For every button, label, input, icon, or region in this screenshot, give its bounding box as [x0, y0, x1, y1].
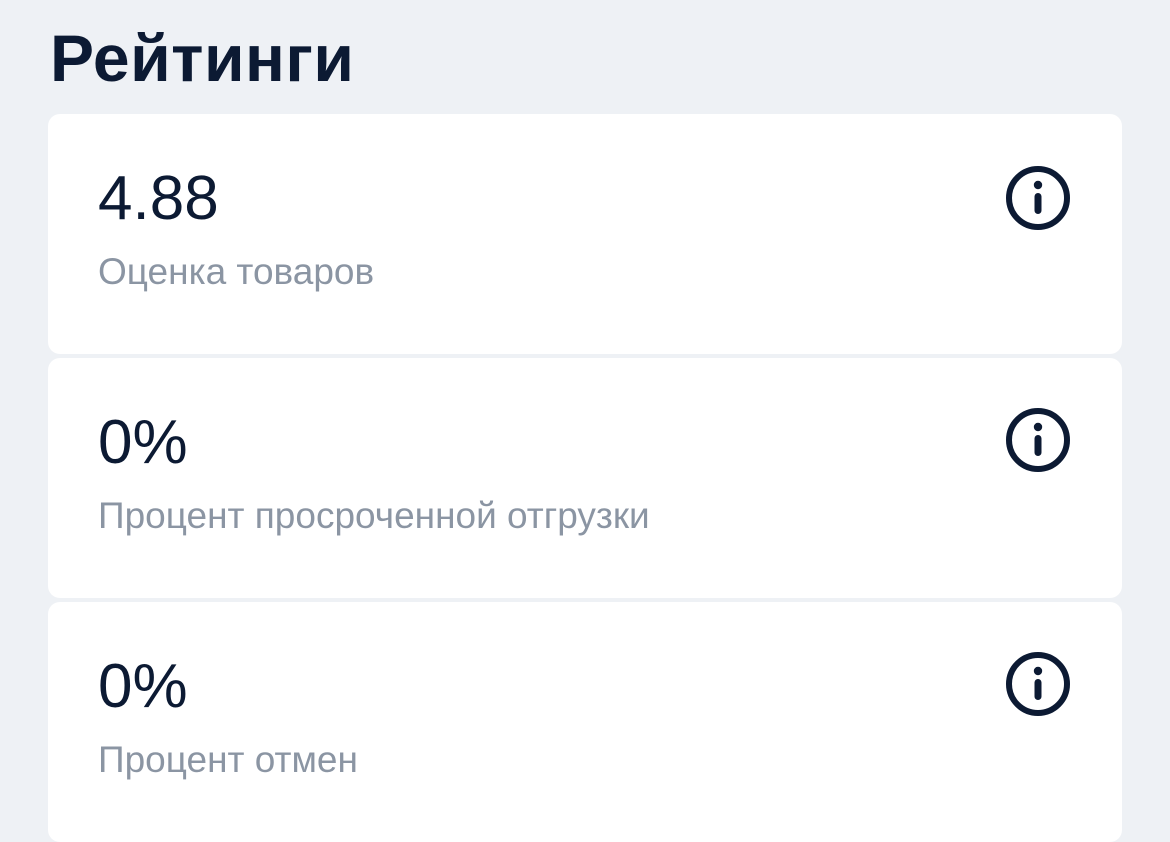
metric-card-product-rating: 4.88 Оценка товаров — [48, 114, 1122, 354]
metric-card-cancellation-rate: 0% Процент отмен — [48, 602, 1122, 842]
metric-label: Процент отмен — [98, 739, 358, 780]
metric-card-late-shipment: 0% Процент просроченной отгрузки — [48, 358, 1122, 598]
info-icon[interactable] — [1004, 650, 1072, 718]
metric-value: 0% — [98, 652, 188, 721]
metric-value: 0% — [98, 408, 188, 477]
page-title: Рейтинги — [50, 21, 355, 95]
info-icon[interactable] — [1004, 406, 1072, 474]
metric-label: Процент просроченной отгрузки — [98, 495, 650, 536]
info-icon[interactable] — [1004, 164, 1072, 232]
metric-value: 4.88 — [98, 164, 219, 233]
metric-label: Оценка товаров — [98, 251, 375, 292]
